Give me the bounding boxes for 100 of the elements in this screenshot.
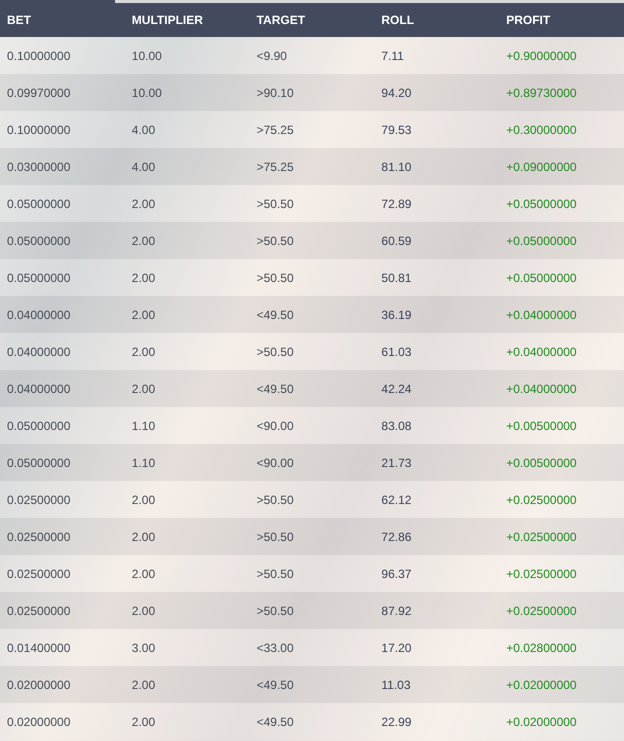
table-cell-text: +0.05000000	[505, 196, 578, 212]
table-cell-text: +0.04000000	[505, 306, 578, 324]
table-cell-text: 0.10000000	[6, 48, 72, 64]
column-header: MULTIPLIER	[130, 12, 204, 29]
table-cell-text: +0.02500000	[505, 602, 578, 620]
table-cell-text: <49.50	[256, 676, 295, 694]
table-cell-text: 0.04000000	[6, 380, 72, 398]
table-cell-text: 0.01400000	[6, 640, 72, 656]
table-cell-text: 1.10	[130, 418, 156, 434]
table-cell-text: 79.53	[380, 122, 412, 138]
table-cell-text: +0.05000000	[505, 232, 578, 250]
table-cell-text: >50.50	[256, 602, 295, 620]
table-cell-text: >50.50	[256, 492, 295, 508]
table-cell-text: <90.00	[256, 454, 295, 472]
table-cell-text: +0.04000000	[505, 380, 578, 398]
table-cell-text: 0.02000000	[6, 714, 72, 730]
table-cell-text: 0.03000000	[6, 158, 72, 176]
table-cell-text: +0.02500000	[505, 566, 578, 582]
table-cell-text: 0.02500000	[6, 602, 72, 620]
table-cell-text: 0.05000000	[6, 418, 72, 434]
table-cell-text: 0.05000000	[6, 454, 72, 472]
table-cell-text: 72.86	[380, 528, 412, 546]
table-cell-text: >75.25	[256, 158, 295, 176]
table-cell-text: +0.04000000	[505, 344, 578, 360]
table-cell-text: +0.30000000	[505, 122, 578, 138]
table-cell-text: 0.10000000	[6, 122, 72, 138]
table-cell-text: 0.04000000	[6, 344, 72, 360]
table-cell-text: 2.00	[130, 306, 156, 324]
table-cell-text: 0.05000000	[6, 196, 72, 212]
table-cell-text: >50.50	[256, 344, 295, 360]
table-cell-text: <49.50	[256, 380, 295, 398]
table-cell-text: +0.00500000	[505, 418, 578, 434]
table-cell-text: 87.92	[380, 602, 412, 620]
table-cell-text: 2.00	[130, 344, 156, 360]
table-cell-text: 50.81	[380, 270, 412, 286]
table-cell-text: +0.05000000	[505, 270, 578, 286]
table-cell-text: +0.90000000	[505, 48, 578, 64]
table-cell-text: 2.00	[130, 676, 156, 694]
table-cell-text: 4.00	[130, 158, 156, 176]
table-cell-text: +0.89730000	[505, 84, 578, 102]
table-cell-text: 11.03	[380, 676, 412, 694]
table-cell-text: 72.89	[380, 196, 412, 212]
table-cell-text: +0.02800000	[505, 640, 578, 656]
table-cell-text: <49.50	[256, 306, 295, 324]
table-cell-text: 60.59	[380, 232, 412, 250]
table-cell-text: +0.02000000	[505, 714, 578, 730]
table-cell-text: >75.25	[256, 122, 295, 138]
table-cell-text: >50.50	[256, 232, 295, 250]
table-cell-text: 96.37	[380, 566, 412, 582]
column-header: PROFIT	[505, 12, 552, 29]
table-cell-text: 0.02500000	[6, 566, 72, 582]
table-cell-text: 7.11	[380, 48, 405, 64]
table-cell-text: >50.50	[256, 528, 295, 546]
column-header: TARGET	[256, 12, 306, 29]
table-cell-text: <49.50	[256, 714, 295, 730]
table-cell-text: 0.09970000	[6, 84, 72, 102]
table-cell-text: 42.24	[380, 380, 412, 398]
table-cell-text: 4.00	[130, 122, 156, 138]
table-cell-text: 2.00	[130, 566, 156, 582]
table-cell-text: 0.05000000	[6, 232, 72, 250]
table-cell-text: +0.02000000	[505, 676, 578, 694]
table-cell-text: >50.50	[256, 566, 295, 582]
table-cell-text: <33.00	[256, 640, 295, 656]
table-cell-text: 2.00	[130, 380, 156, 398]
table-cell-text: 0.04000000	[6, 306, 72, 324]
table-cell-text: 2.00	[130, 196, 156, 212]
table-cell-text: 81.10	[380, 158, 412, 176]
table-cell-text: +0.00500000	[505, 454, 578, 472]
table-cell-text: 2.00	[130, 714, 156, 730]
table-cell-text: +0.02500000	[505, 492, 578, 508]
table-cell-text: 17.20	[380, 640, 412, 656]
table-cell-text: 1.10	[130, 454, 156, 472]
table-cell-text: 0.02500000	[6, 492, 72, 508]
table-cell-text: 21.73	[380, 454, 412, 472]
table-cell-text: 3.00	[130, 640, 156, 656]
table-cell-text: 10.00	[130, 84, 163, 102]
table-cell-text: >50.50	[256, 196, 295, 212]
table-cell-text: 2.00	[130, 602, 156, 620]
table-cell-text: 0.02000000	[6, 676, 72, 694]
table-cell-text: 0.02500000	[6, 528, 72, 546]
column-header: BET	[6, 12, 32, 29]
table-cell-text: 0.05000000	[6, 270, 72, 286]
table-cell-text: 2.00	[130, 528, 156, 546]
table-cell-text: 10.00	[130, 48, 163, 64]
table-cell-text: 94.20	[380, 84, 412, 102]
table-cell-text: 83.08	[380, 418, 412, 434]
table-cell-text: 2.00	[130, 492, 156, 508]
table-cell-text: 2.00	[130, 270, 156, 286]
table-cell-text: +0.02500000	[505, 528, 578, 546]
table-cell-text: 2.00	[130, 232, 156, 250]
table-cell-text: 61.03	[380, 344, 412, 360]
table-cell-text: 36.19	[380, 306, 412, 324]
table-cell-text: >90.10	[256, 84, 295, 102]
table-cell-text: 22.99	[380, 714, 412, 730]
table-cell-text: <9.90	[256, 48, 288, 64]
table-cell-text: +0.09000000	[505, 158, 578, 176]
table-cell-text: >50.50	[256, 270, 295, 286]
table-cell-text: 62.12	[380, 492, 412, 508]
column-header: ROLL	[380, 12, 416, 29]
table-cell-text: <90.00	[256, 418, 295, 434]
